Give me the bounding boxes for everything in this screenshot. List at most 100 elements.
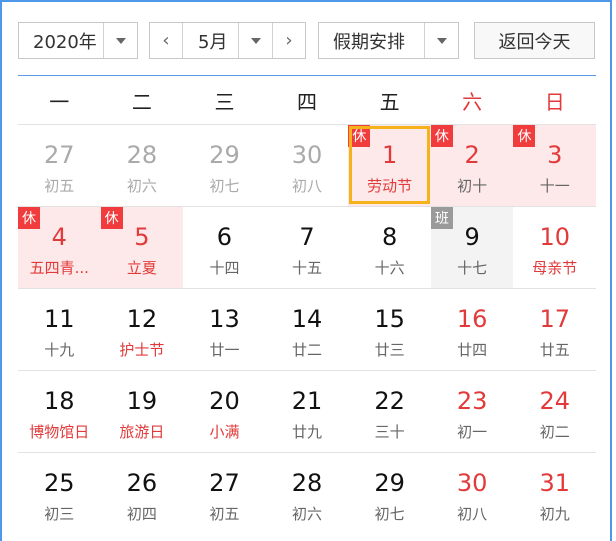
day-number: 30	[456, 469, 488, 497]
month-select[interactable]: ‹ 5月 ›	[149, 22, 306, 59]
calendar-day-cell[interactable]: 28 初六	[266, 453, 349, 534]
day-number: 9	[464, 223, 480, 251]
calendar-day-cell[interactable]: 25 初三	[18, 453, 101, 534]
calendar-day-cell[interactable]: 30 初八	[266, 125, 349, 206]
calendar-day-cell[interactable]: 7 十五	[266, 207, 349, 288]
calendar-day-cell[interactable]: 13 廿一	[183, 289, 266, 370]
calendar-day-cell[interactable]: 29 初七	[348, 453, 431, 534]
calendar-day-cell[interactable]: 31 初九	[513, 453, 596, 534]
calendar-week-row: 11 十九 12 护士节 13 廿一 14 廿二 15 廿三 16 廿四 17 廿五	[18, 288, 596, 370]
festival-label: 小满	[209, 423, 240, 441]
lunar-date-label: 初八	[292, 177, 323, 195]
lunar-date-label: 廿五	[539, 341, 570, 359]
calendar-day-cell[interactable]: 12 护士节	[101, 289, 184, 370]
weekday-fri: 五	[379, 89, 400, 114]
lunar-date-label: 初七	[209, 177, 240, 195]
calendar-day-cell[interactable]: 27 初五	[183, 453, 266, 534]
next-month-button[interactable]: ›	[272, 23, 305, 58]
chevron-down-icon	[436, 37, 447, 44]
calendar-grid: 27 初五 28 初六 29 初七 30 初八休 1 劳动节休 2 初十休 3 十一休 4 五四青... 休 5 立…	[18, 124, 597, 534]
lunar-date-label: 十一	[539, 177, 570, 195]
lunar-date-label: 初十	[457, 177, 488, 195]
lunar-date-label: 初一	[457, 423, 488, 441]
calendar-day-cell[interactable]: 6 十四	[183, 207, 266, 288]
calendar-day-cell[interactable]: 15 廿三	[348, 289, 431, 370]
weekday-sat: 六	[462, 89, 483, 114]
calendar-day-cell[interactable]: 27 初五	[18, 125, 101, 206]
calendar-day-cell[interactable]: 26 初四	[101, 453, 184, 534]
day-number: 1	[381, 141, 398, 169]
prev-month-button[interactable]: ‹	[150, 23, 183, 58]
calendar-day-cell[interactable]: 休 4 五四青...	[18, 207, 101, 288]
weekday-header: 一 二 三 四 五 六 日	[18, 76, 596, 124]
day-number: 7	[299, 223, 315, 251]
lunar-date-label: 廿三	[374, 341, 405, 359]
lunar-date-label: 十七	[457, 259, 488, 277]
weekday-thu: 四	[297, 89, 318, 114]
calendar-day-cell[interactable]: 17 廿五	[513, 289, 596, 370]
holiday-dropdown-button[interactable]	[424, 23, 458, 58]
festival-label: 母亲节	[532, 259, 578, 277]
calendar-day-cell[interactable]: 11 十九	[18, 289, 101, 370]
calendar-day-cell[interactable]: 28 初六	[101, 125, 184, 206]
calendar-week-row: 休 4 五四青... 休 5 立夏 6 十四 7 十五 8 十六班 9 十七 10 母亲节	[18, 206, 596, 288]
day-number: 4	[51, 223, 67, 251]
chevron-left-icon: ‹	[162, 30, 170, 51]
calendar-day-cell[interactable]: 休 2 初十	[430, 125, 514, 206]
festival-label: 博物馆日	[29, 423, 90, 441]
day-number: 25	[44, 469, 75, 497]
festival-label: 护士节	[119, 341, 165, 359]
lunar-date-label: 初六	[126, 177, 157, 195]
chevron-right-icon: ›	[285, 30, 293, 51]
calendar-day-cell[interactable]: 30 初八	[431, 453, 514, 534]
festival-label: 五四青...	[29, 259, 89, 277]
day-number: 29	[209, 141, 240, 169]
day-number: 16	[456, 305, 488, 333]
lunar-date-label: 廿一	[209, 341, 240, 359]
calendar-day-cell[interactable]: 20 小满	[183, 371, 266, 452]
back-to-today-button[interactable]: 返回今天	[474, 22, 595, 59]
calendar-day-cell[interactable]: 14 廿二	[266, 289, 349, 370]
year-select[interactable]: 2020年	[18, 22, 138, 59]
year-dropdown-button[interactable]	[103, 23, 137, 58]
day-number: 12	[126, 305, 158, 333]
day-number: 3	[547, 141, 563, 169]
calendar-day-cell[interactable]: 休 5 立夏	[100, 207, 184, 288]
day-number: 13	[209, 305, 240, 333]
month-select-value: 5月	[198, 31, 228, 53]
lunar-date-label: 初七	[374, 505, 405, 523]
day-number: 17	[539, 305, 571, 333]
calendar-week-row: 27 初五 28 初六 29 初七 30 初八休 1 劳动节休 2 初十休 3 十一	[18, 124, 597, 206]
calendar-day-cell[interactable]: 19 旅游日	[101, 371, 184, 452]
calendar-day-cell[interactable]: 24 初二	[513, 371, 596, 452]
lunar-date-label: 十四	[209, 259, 240, 277]
lunar-date-label: 初三	[44, 505, 75, 523]
lunar-date-label: 十五	[292, 259, 323, 277]
calendar-day-cell[interactable]: 休 1 劳动节	[348, 125, 431, 206]
day-number: 24	[539, 387, 571, 415]
lunar-date-label: 廿四	[457, 341, 488, 359]
lunar-date-label: 初四	[126, 505, 157, 523]
day-number: 8	[381, 223, 398, 251]
month-dropdown-button[interactable]	[238, 23, 272, 58]
day-number: 22	[374, 387, 405, 415]
calendar-day-cell[interactable]: 班 9 十七	[430, 207, 514, 288]
calendar-day-cell[interactable]: 休 3 十一	[513, 125, 597, 206]
day-number: 28	[126, 141, 158, 169]
calendar-day-cell[interactable]: 23 初一	[431, 371, 514, 452]
calendar-day-cell[interactable]: 21 廿九	[266, 371, 349, 452]
day-number: 19	[126, 387, 158, 415]
calendar-day-cell[interactable]: 22 三十	[348, 371, 431, 452]
calendar-day-cell[interactable]: 8 十六	[348, 207, 431, 288]
day-number: 27	[44, 141, 75, 169]
calendar-day-cell[interactable]: 16 廿四	[431, 289, 514, 370]
weekday-wed: 三	[214, 89, 235, 114]
day-number: 21	[291, 387, 323, 415]
day-number: 20	[209, 387, 240, 415]
holiday-select[interactable]: 假期安排	[318, 22, 459, 59]
calendar-day-cell[interactable]: 18 博物馆日	[18, 371, 101, 452]
calendar-day-cell[interactable]: 29 初七	[183, 125, 266, 206]
lunar-date-label: 三十	[374, 423, 405, 441]
calendar-day-cell[interactable]: 10 母亲节	[513, 207, 596, 288]
calendar-week-row: 18 博物馆日 19 旅游日 20 小满 21 廿九 22 三十 23 初一 24 初二	[18, 370, 596, 452]
